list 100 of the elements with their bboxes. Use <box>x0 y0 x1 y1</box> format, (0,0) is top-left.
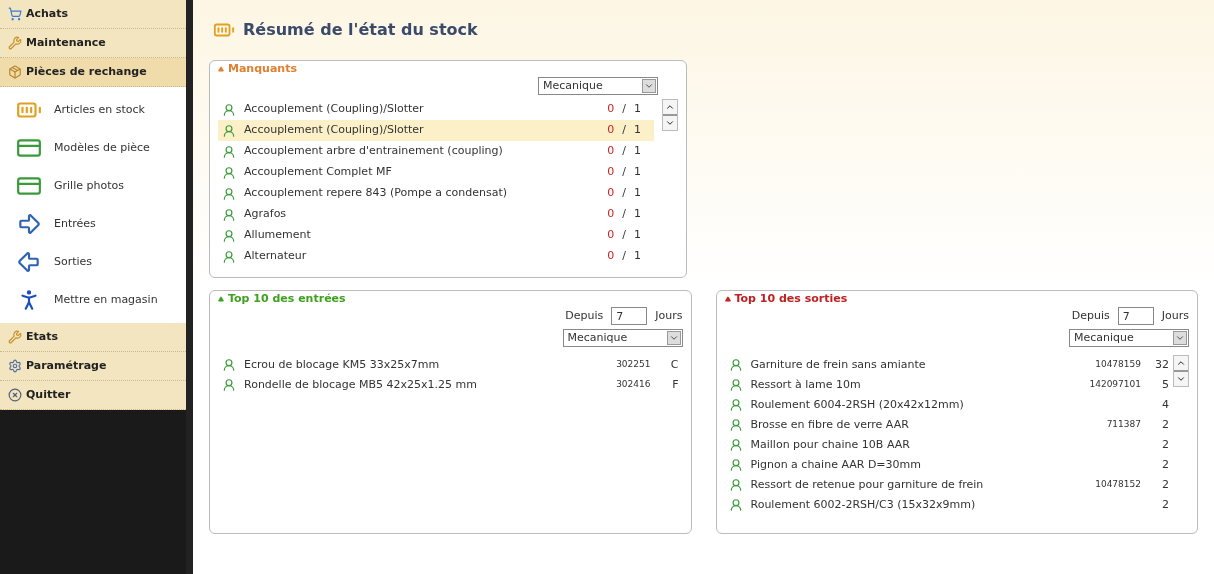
list-row[interactable]: Accouplement (Coupling)/Slotter 0 / 1 <box>218 120 654 141</box>
stock-count: 0 <box>606 248 615 265</box>
minimum-count: 1 <box>634 122 642 139</box>
sidebar-section[interactable]: Paramétrage <box>0 352 186 381</box>
item-quantity: 5 <box>1161 376 1169 393</box>
days-label: Jours <box>1161 307 1189 324</box>
item-name: Agrafos <box>244 206 288 223</box>
days-field[interactable]: 7 <box>611 307 648 325</box>
slash: / <box>622 122 626 139</box>
item-name: Ecrou de blocage KM5 33x25x7mm <box>244 356 441 373</box>
item-reference: 10478152 <box>1094 478 1141 492</box>
minimum-count: 1 <box>634 227 642 244</box>
slash: / <box>622 227 626 244</box>
sidebar-item[interactable]: Modèles de pièce <box>0 129 186 167</box>
panel-title: Top 10 des entrées <box>228 290 346 307</box>
days-field[interactable]: 7 <box>1117 307 1154 325</box>
sidebar-section[interactable]: Pièces de rechange <box>0 58 186 87</box>
item-name: Garniture de frein sans amiante <box>750 356 927 373</box>
list-row[interactable]: Garniture de frein sans amiante 10478159 32 <box>724 355 1173 375</box>
list-row[interactable]: Accouplement (Coupling)/Slotter 0 / 1 <box>218 99 654 120</box>
item-name: Ressort à lame 10m <box>750 376 862 393</box>
sidebar-section[interactable]: Achats <box>0 0 186 29</box>
sidebar-item[interactable]: Grille photos <box>0 167 186 205</box>
list-row[interactable]: Roulement 6004-2RSH (20x42x12mm) 4 <box>724 395 1173 415</box>
item-quantity: 32 <box>1154 356 1169 373</box>
category-dropdown[interactable]: Mecanique <box>562 329 683 347</box>
minimum-count: 1 <box>634 206 642 223</box>
list-row[interactable]: Accouplement arbre d'entrainement (coupling) 0 / 1 <box>218 141 654 162</box>
panel-title: Manquants <box>228 60 297 77</box>
sidebar-item[interactable]: Mettre en magasin <box>0 281 186 319</box>
sidebar-item[interactable]: Entrées <box>0 205 186 243</box>
stock-count: 0 <box>606 164 615 181</box>
item-name: Ressort de retenue pour garniture de frein <box>750 476 985 493</box>
minimum-count: 1 <box>634 101 642 118</box>
slash: / <box>622 185 626 202</box>
item-reference: 302251 <box>615 358 651 372</box>
item-quantity: F <box>671 376 679 393</box>
item-name: Maillon pour chaine 10B AAR <box>750 436 911 453</box>
list-row[interactable]: Accouplement repere 843 (Pompe a condensat) 0 / 1 <box>218 183 654 204</box>
sidebar-section[interactable]: Quitter <box>0 381 186 410</box>
item-name: Roulement 6002-2RSH/C3 (15x32x9mm) <box>750 496 977 513</box>
list-row[interactable]: Agrafos 0 / 1 <box>218 204 654 225</box>
list-row[interactable]: Accouplement Complet MF 0 / 1 <box>218 162 654 183</box>
list-row[interactable]: Roulement 6002-2RSH/C3 (15x32x9mm) 2 <box>724 495 1173 515</box>
item-name: Roulement 6004-2RSH (20x42x12mm) <box>750 396 965 413</box>
list-row[interactable]: Pignon a chaine AAR D=30mm 2 <box>724 455 1173 475</box>
item-quantity: C <box>669 356 679 373</box>
minimum-count: 1 <box>634 143 642 160</box>
item-name: Allumement <box>244 227 312 244</box>
slash: / <box>622 101 626 118</box>
list-row[interactable]: Brosse en fibre de verre AAR 711387 2 <box>724 415 1173 435</box>
item-quantity: 2 <box>1161 496 1169 513</box>
item-quantity: 4 <box>1161 396 1169 413</box>
minimum-count: 1 <box>634 248 642 265</box>
item-quantity: 2 <box>1161 476 1169 493</box>
list-row[interactable]: Maillon pour chaine 10B AAR 2 <box>724 435 1173 455</box>
stock-count: 0 <box>606 122 615 139</box>
category-dropdown[interactable]: Mecanique <box>538 77 658 95</box>
item-name: Accouplement repere 843 (Pompe a condensat) <box>244 185 509 202</box>
list-row[interactable]: Ressort de retenue pour garniture de frein 10478152 2 <box>724 475 1173 495</box>
page-title: Résumé de l'état du stock <box>243 19 478 41</box>
sidebar-section[interactable]: Maintenance <box>0 29 186 58</box>
stock-count: 0 <box>606 206 615 223</box>
item-name: Accouplement (Coupling)/Slotter <box>244 101 425 118</box>
category-dropdown[interactable]: Mecanique <box>1069 329 1189 347</box>
item-reference: 142097101 <box>1088 378 1141 392</box>
item-name: Pignon a chaine AAR D=30mm <box>750 456 922 473</box>
minimum-count: 1 <box>634 164 642 181</box>
slash: / <box>622 248 626 265</box>
sidebar-section[interactable]: Etats <box>0 323 186 352</box>
stock-count: 0 <box>606 185 615 202</box>
item-name: Brosse en fibre de verre AAR <box>750 416 910 433</box>
item-name: Accouplement arbre d'entrainement (coupling) <box>244 143 504 160</box>
list-row[interactable]: Allumement 0 / 1 <box>218 225 654 246</box>
stock-count: 0 <box>606 143 615 160</box>
sidebar-item[interactable]: Articles en stock <box>0 91 186 129</box>
item-quantity: 2 <box>1161 456 1169 473</box>
item-name: Rondelle de blocage MB5 42x25x1.25 mm <box>244 376 478 393</box>
item-reference: 10478159 <box>1094 358 1141 372</box>
stock-count: 0 <box>606 227 615 244</box>
since-label: Depuis <box>565 307 604 324</box>
days-label: Jours <box>655 307 683 324</box>
item-reference: 711387 <box>1105 418 1141 432</box>
item-quantity: 2 <box>1161 436 1169 453</box>
sidebar-item[interactable]: Sorties <box>0 243 186 281</box>
item-quantity: 2 <box>1161 416 1169 433</box>
list-row[interactable]: Ressort à lame 10m 142097101 5 <box>724 375 1173 395</box>
minimum-count: 1 <box>634 185 642 202</box>
slash: / <box>622 206 626 223</box>
slash: / <box>622 164 626 181</box>
item-reference: 302416 <box>615 378 651 392</box>
item-name: Accouplement Complet MF <box>244 164 393 181</box>
list-row[interactable]: Ecrou de blocage KM5 33x25x7mm 302251 C <box>218 355 683 375</box>
since-label: Depuis <box>1071 307 1110 324</box>
list-row[interactable]: Alternateur 0 / 1 <box>218 246 654 267</box>
stock-count: 0 <box>606 101 615 118</box>
list-row[interactable]: Rondelle de blocage MB5 42x25x1.25 mm 302416 F <box>218 375 683 395</box>
panel-title: Top 10 des sorties <box>734 290 848 307</box>
slash: / <box>622 143 626 160</box>
item-name: Alternateur <box>244 248 308 265</box>
